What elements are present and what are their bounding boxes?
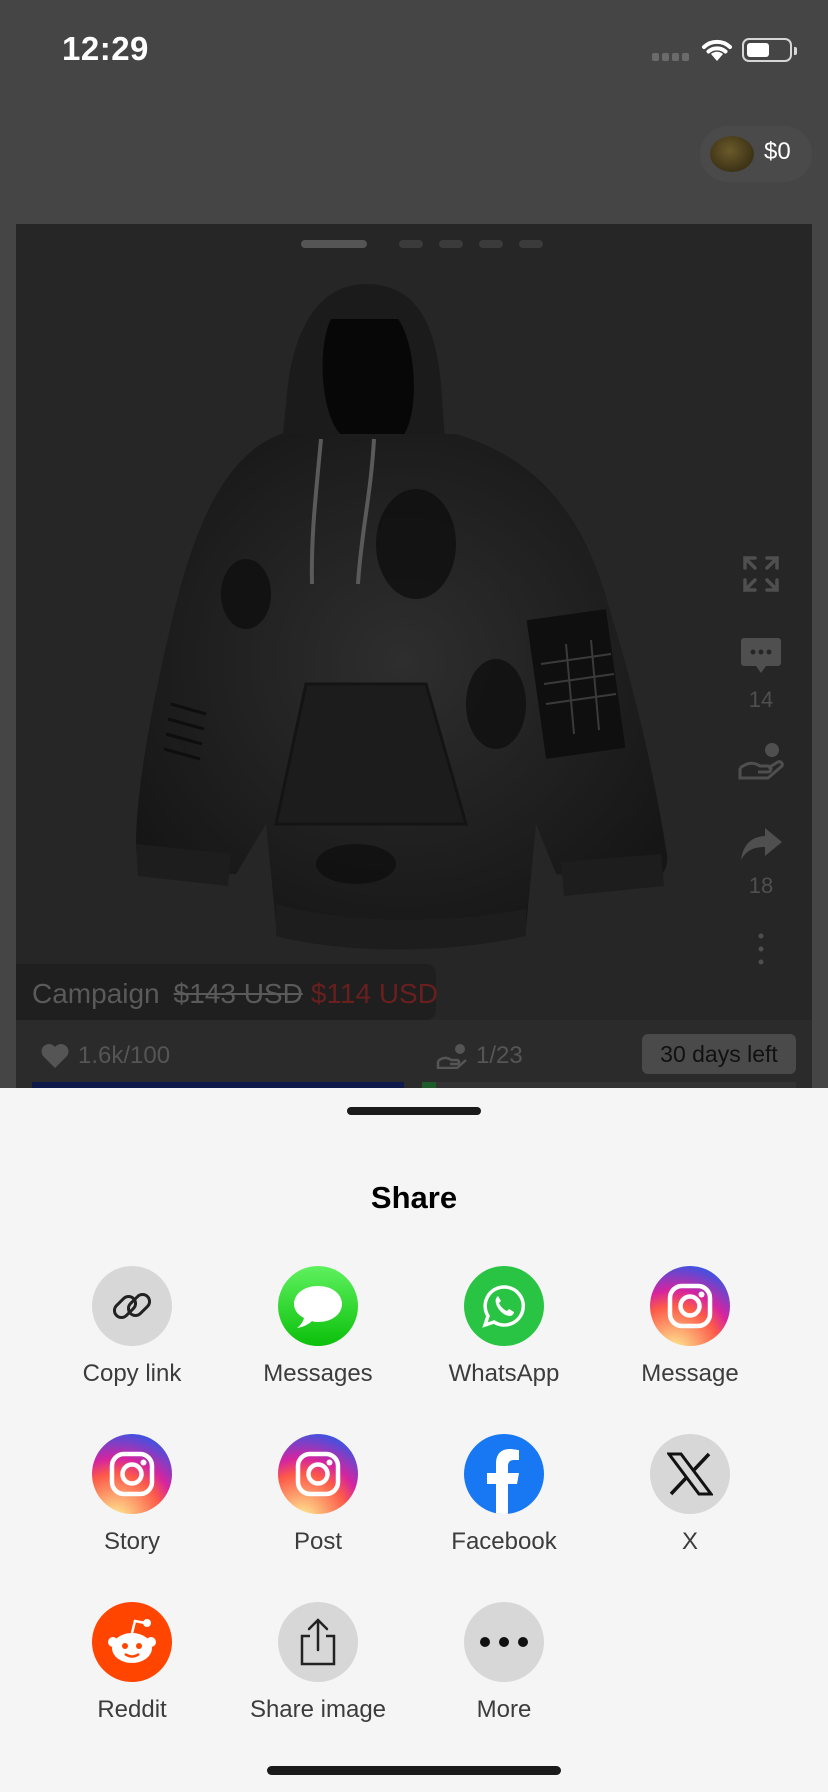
- more-dots-icon: [464, 1602, 544, 1682]
- facebook-icon: [464, 1434, 544, 1514]
- status-time: 12:29: [62, 30, 149, 67]
- page-dot: [479, 240, 503, 248]
- share-item-label: Story: [103, 1528, 160, 1555]
- battery-icon: [742, 38, 797, 62]
- link-icon: [92, 1266, 172, 1346]
- shares-count: 18: [748, 873, 774, 898]
- share-instagram-post-button[interactable]: Post: [225, 1434, 411, 1556]
- share-whatsapp-button[interactable]: WhatsApp: [411, 1266, 597, 1388]
- status-bar: 12:29: [0, 0, 828, 100]
- home-indicator[interactable]: [267, 1766, 561, 1775]
- share-instagram-message-button[interactable]: Message: [597, 1266, 783, 1388]
- vertical-ellipsis-icon: [758, 933, 764, 965]
- backers-count: 1/23: [476, 1042, 523, 1069]
- wifi-icon: [702, 39, 732, 61]
- share-copy-link-button[interactable]: Copy link: [39, 1266, 225, 1388]
- page-dot: [301, 240, 367, 248]
- share-item-label: Share image: [249, 1696, 387, 1723]
- sheet-grabber-handle[interactable]: [347, 1107, 481, 1115]
- page-dot: [439, 240, 463, 248]
- likes-count: 1.6k/100: [78, 1042, 171, 1069]
- share-arrow-icon: [741, 828, 782, 860]
- share-image-button[interactable]: Share image: [225, 1602, 411, 1724]
- campaign-stats-bar: 1.6k/100 1/23 30 days left: [16, 1020, 812, 1088]
- hand-heart-icon: [738, 743, 784, 780]
- heart-icon: [41, 1044, 69, 1068]
- reddit-icon: [92, 1602, 172, 1682]
- cellular-signal-icon: [652, 49, 690, 61]
- share-item-label: Facebook: [451, 1528, 557, 1555]
- share-sheet: Share Copy link Messages WhatsApp Messag…: [0, 1088, 828, 1792]
- share-reddit-button[interactable]: Reddit: [39, 1602, 225, 1724]
- share-item-label: More: [476, 1696, 532, 1723]
- comments-count: 14: [748, 687, 774, 712]
- instagram-icon: [92, 1434, 172, 1514]
- days-left-badge: 30 days left: [642, 1034, 796, 1074]
- share-item-label: Copy link: [82, 1360, 182, 1387]
- share-item-label: Message: [641, 1360, 739, 1387]
- product-media-carousel[interactable]: 14 18 Campaign $143 USD $114 USD 1.6k/10…: [16, 224, 812, 1088]
- share-item-label: Messages: [263, 1360, 373, 1387]
- campaign-label: Campaign: [32, 978, 160, 1009]
- share-item-label: X: [681, 1528, 698, 1555]
- wallet-balance: $0: [764, 138, 791, 165]
- support-button[interactable]: [716, 742, 806, 785]
- sale-price: $114 USD: [310, 978, 438, 1009]
- share-instagram-story-button[interactable]: Story: [39, 1434, 225, 1556]
- share-sheet-title: Share: [370, 1180, 458, 1215]
- likes-stat: 1.6k/100: [40, 1042, 170, 1070]
- instagram-icon: [650, 1266, 730, 1346]
- share-item-label: Post: [293, 1528, 343, 1555]
- comments-button[interactable]: 14: [716, 636, 806, 713]
- hoodie-product-image: [136, 284, 668, 950]
- backers-stat: 1/23: [436, 1042, 523, 1070]
- share-upload-icon: [278, 1602, 358, 1682]
- share-x-button[interactable]: X: [597, 1434, 783, 1556]
- expand-icon: [743, 556, 779, 592]
- dimmed-app-background[interactable]: 12:29 $0 14 18 Campaign $143 USD $114 US…: [0, 0, 828, 1088]
- share-item-label: Reddit: [97, 1696, 167, 1723]
- campaign-price-tag: Campaign $143 USD $114 USD: [16, 964, 438, 1020]
- share-item-label: WhatsApp: [448, 1360, 560, 1387]
- share-messages-button[interactable]: Messages: [225, 1266, 411, 1388]
- comment-bubble-icon: [741, 638, 781, 673]
- share-facebook-button[interactable]: Facebook: [411, 1434, 597, 1556]
- whatsapp-icon: [464, 1266, 544, 1346]
- expand-button[interactable]: [716, 554, 806, 599]
- coin-icon: [710, 136, 754, 172]
- messages-icon: [278, 1266, 358, 1346]
- x-icon: [650, 1434, 730, 1514]
- page-dot: [519, 240, 543, 248]
- wallet-balance-button[interactable]: $0: [700, 126, 812, 182]
- instagram-icon: [278, 1434, 358, 1514]
- original-price: $143 USD: [173, 978, 303, 1009]
- share-more-button[interactable]: More: [411, 1602, 597, 1724]
- hand-heart-icon: [436, 1044, 467, 1069]
- more-options-button[interactable]: [716, 932, 806, 971]
- share-button[interactable]: 18: [716, 826, 806, 899]
- page-dot: [399, 240, 423, 248]
